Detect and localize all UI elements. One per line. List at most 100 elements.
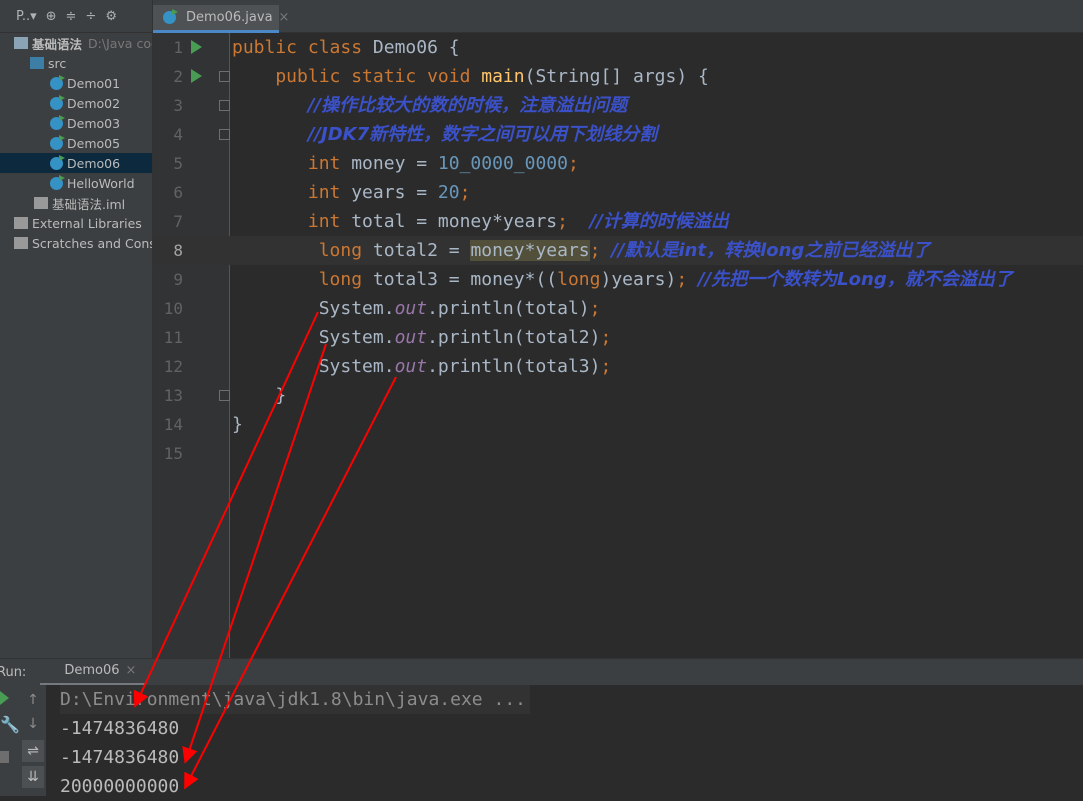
code-line: long total3 = money*((long)years); //先把一… xyxy=(230,265,1083,294)
soft-wrap-icon[interactable]: ⇌ xyxy=(22,740,44,762)
code-token: } xyxy=(232,414,243,435)
console-command: D:\Environment\java\jdk1.8\bin\java.exe … xyxy=(60,685,530,714)
tree-item-label: External Libraries xyxy=(32,215,142,231)
code-line: //JDK7新特性，数字之间可以用下划线分割 xyxy=(230,120,1083,149)
module-icon xyxy=(14,37,28,49)
run-gutter-icon[interactable] xyxy=(191,40,202,54)
code-token: System. xyxy=(232,356,395,377)
fold-icon[interactable] xyxy=(219,100,230,111)
code-token: int xyxy=(307,182,352,203)
project-tree: 基础语法 D:\Java code srcDemo01 Demo02 Demo03 Dem… xyxy=(0,33,152,253)
wrench-icon[interactable]: 🔧 xyxy=(0,715,20,734)
code-token: //默认是int，转换long之前已经溢出了 xyxy=(611,240,931,261)
code-token: System. xyxy=(232,298,395,319)
tree-item[interactable]: src xyxy=(0,53,152,73)
up-arrow-icon[interactable]: ↑ xyxy=(22,689,44,711)
project-sidebar: P..▾ ⊕ ≑ ÷ ⚙ 基础语法 D:\Java code srcDemo01 De… xyxy=(0,0,153,658)
code-token: )years) xyxy=(600,269,677,290)
tree-item-label: 基础语法.iml xyxy=(52,196,126,212)
run-panel-header: Run: Demo06 × xyxy=(0,658,1083,686)
code-editor[interactable]: public class Demo06 { public static void… xyxy=(230,33,1083,658)
class-icon xyxy=(50,174,65,190)
code-token: ; xyxy=(589,298,601,319)
close-icon[interactable]: × xyxy=(279,10,290,25)
run-gutter-icon[interactable] xyxy=(191,69,202,83)
line-number: 7 xyxy=(173,212,183,231)
line-number: 1 xyxy=(173,38,183,57)
library-icon xyxy=(14,217,28,229)
line-number: 9 xyxy=(173,270,183,289)
line-number: 12 xyxy=(163,357,183,376)
tree-item[interactable]: 基础语法.iml xyxy=(0,193,152,213)
class-icon xyxy=(50,94,65,110)
run-label: Run: xyxy=(0,664,27,680)
tree-item-label: Demo02 xyxy=(67,95,121,111)
tree-item-label: Demo01 xyxy=(67,75,121,91)
fold-icon[interactable] xyxy=(219,390,230,401)
code-token: ; xyxy=(557,211,590,232)
code-token: total3 = money*(( xyxy=(372,269,558,290)
run-tab-label: Demo06 xyxy=(64,663,120,678)
code-token: (String[] args) { xyxy=(524,66,709,87)
code-line: int total = money*years; //计算的时候溢出 xyxy=(230,207,1083,236)
tree-item[interactable]: Demo01 xyxy=(0,73,152,93)
code-token: main xyxy=(481,66,525,87)
code-token: .println(total3) xyxy=(427,356,601,377)
down-arrow-icon[interactable]: ↓ xyxy=(22,713,44,735)
locate-icon[interactable]: ⊕ xyxy=(46,9,57,24)
tree-item-label: Demo05 xyxy=(67,135,121,151)
line-number: 6 xyxy=(173,183,183,202)
code-token: //操作比较大的数的时候，注意溢出问题 xyxy=(307,95,628,116)
tree-item-label: Demo06 xyxy=(67,155,121,171)
code-token: 20 xyxy=(437,182,460,203)
rerun-icon[interactable] xyxy=(0,691,9,705)
code-token: money = xyxy=(351,153,438,174)
tree-item[interactable]: Demo03 xyxy=(0,113,152,133)
code-line: } xyxy=(230,381,1083,410)
console-output-line: -1474836480 xyxy=(60,747,180,768)
code-token: out xyxy=(394,356,428,377)
fold-icon[interactable] xyxy=(219,71,230,82)
tree-item[interactable]: External Libraries xyxy=(0,213,152,233)
tree-item-label: Demo03 xyxy=(67,115,121,131)
line-number: 14 xyxy=(163,415,183,434)
stop-icon[interactable] xyxy=(0,751,9,763)
tree-item[interactable]: 基础语法 D:\Java code xyxy=(0,33,152,53)
code-line: public class Demo06 { xyxy=(230,33,1083,62)
editor-gutter: 1 2 3 4 5 6 7 8 9 10 11 12 13 14 15 xyxy=(153,33,230,658)
line-number: 3 xyxy=(173,96,183,115)
tab-demo06-java[interactable]: Demo06.java × xyxy=(153,5,289,33)
code-token: Demo06 { xyxy=(372,37,460,58)
tree-item[interactable]: Demo02 xyxy=(0,93,152,113)
console-output-line: -1474836480 xyxy=(60,718,180,739)
scroll-to-end-icon[interactable]: ⇊ xyxy=(22,766,44,788)
tree-item[interactable]: Demo05 xyxy=(0,133,152,153)
code-token: //先把一个数转为Long，就不会溢出了 xyxy=(698,269,1013,290)
expand-all-icon[interactable]: ≑ xyxy=(66,9,77,24)
code-token: ; xyxy=(459,182,471,203)
tree-item[interactable]: Scratches and Consoles xyxy=(0,233,152,253)
console-output[interactable]: D:\Environment\java\jdk1.8\bin\java.exe … xyxy=(46,685,1083,797)
code-line: long total2 = money*years; //默认是int，转换lo… xyxy=(230,236,1083,265)
line-number: 5 xyxy=(173,154,183,173)
collapse-all-icon[interactable]: ÷ xyxy=(85,9,96,24)
code-token: public class xyxy=(232,37,373,58)
project-view-dropdown[interactable]: P..▾ xyxy=(2,9,37,24)
fold-icon[interactable] xyxy=(219,129,230,140)
code-token: .println(total) xyxy=(427,298,590,319)
code-token: out xyxy=(394,327,428,348)
run-tab-demo06[interactable]: Demo06 × xyxy=(40,659,147,686)
tree-item[interactable]: Demo06 xyxy=(0,153,152,173)
class-icon xyxy=(50,74,65,90)
gear-icon[interactable]: ⚙ xyxy=(105,9,117,24)
tree-item[interactable]: HelloWorld xyxy=(0,173,152,193)
line-number: 15 xyxy=(163,444,183,463)
close-icon[interactable]: × xyxy=(125,663,136,678)
tree-item-label: src xyxy=(48,55,67,71)
code-token: int xyxy=(307,153,352,174)
class-icon xyxy=(50,154,65,170)
code-token: System. xyxy=(232,327,395,348)
